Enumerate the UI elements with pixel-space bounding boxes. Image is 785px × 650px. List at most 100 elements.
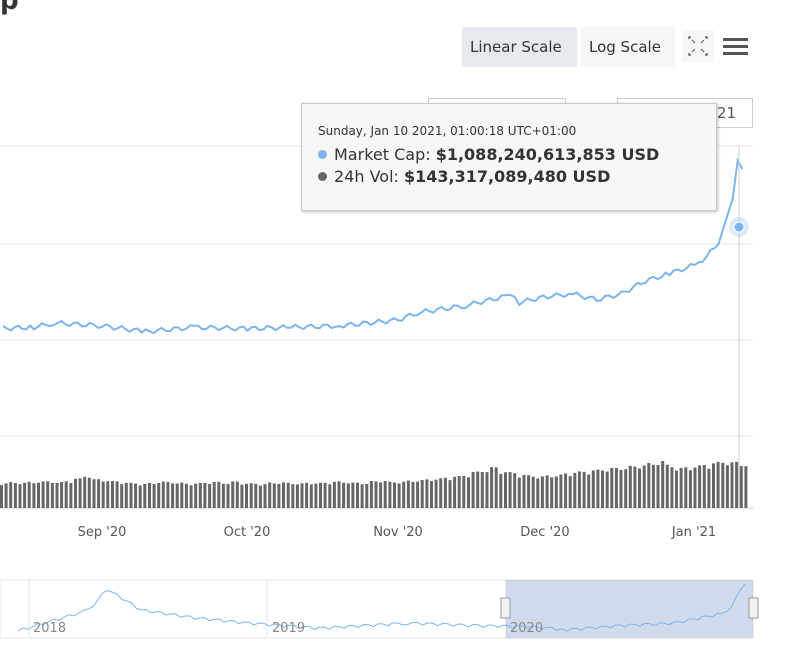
market-cap-chart[interactable]: Sep '20 Oct '20 Nov '20 Dec '20 Jan '21 2018…	[0, 0, 785, 650]
volume-bar	[716, 461, 720, 508]
volume-bar	[471, 472, 475, 508]
volume-bar	[721, 462, 725, 508]
volume-bar	[27, 481, 31, 508]
volume-bar	[184, 483, 188, 508]
volume-bar	[582, 471, 586, 508]
volume-bar	[55, 482, 59, 508]
volume-bar	[240, 484, 244, 508]
volume-bar	[13, 483, 17, 508]
volume-bar	[138, 485, 142, 508]
volume-bar	[517, 477, 521, 508]
volume-bar	[78, 478, 82, 508]
volume-bar	[633, 466, 637, 508]
volume-bar	[351, 482, 355, 508]
volume-bar	[332, 481, 336, 508]
tooltip-market-cap-value: $1,088,240,613,853 USD	[435, 145, 660, 164]
volume-bar	[235, 481, 239, 508]
volume-bar	[573, 472, 577, 508]
volume-bar	[402, 481, 406, 508]
volume-bar	[665, 464, 669, 508]
volume-bar	[416, 481, 420, 508]
volume-bar	[282, 482, 285, 508]
navigator-year-label: 2020	[510, 621, 543, 636]
volume-bar	[490, 467, 494, 508]
navigator-left-handle[interactable]	[500, 597, 511, 619]
volume-bar	[115, 481, 119, 508]
volume-bar	[531, 476, 535, 508]
volume-bar	[143, 484, 147, 508]
volume-bar	[360, 484, 364, 508]
volume-bar	[69, 483, 73, 508]
tooltip-market-cap-row: Market Cap: $1,088,240,613,853 USD	[318, 144, 716, 166]
volume-bar	[37, 482, 40, 508]
volume-bar	[651, 464, 655, 508]
volume-bar	[457, 476, 461, 508]
volume-bar	[661, 461, 665, 508]
navigator-right-handle[interactable]	[748, 597, 759, 619]
volume-bar	[194, 483, 198, 508]
volume-bar	[430, 481, 433, 508]
volume-bar	[226, 483, 230, 508]
volume-bar	[74, 478, 77, 508]
volume-bar	[314, 483, 318, 508]
volume-bar	[684, 467, 688, 508]
volume-bar	[550, 477, 554, 508]
volume-bar	[656, 465, 660, 508]
volume-dot-icon	[318, 172, 327, 181]
volume-bar	[702, 465, 706, 508]
volume-bar	[596, 469, 600, 508]
x-tick-label: Sep '20	[78, 525, 127, 540]
volume-bar	[161, 481, 165, 508]
volume-bar	[180, 482, 184, 508]
volume-bar	[494, 467, 498, 508]
volume-bar	[64, 481, 68, 508]
navigator[interactable]: 2018 2019 2020	[0, 579, 759, 639]
volume-bar	[688, 470, 692, 508]
navigator-year-label: 2019	[272, 621, 305, 636]
tooltip-volume-label: 24h Vol:	[334, 167, 399, 186]
volume-bar	[443, 477, 447, 508]
volume-bar	[679, 467, 683, 508]
volume-bar	[309, 484, 313, 508]
volume-bar	[462, 475, 466, 508]
volume-bar	[591, 470, 595, 508]
x-tick-label: Oct '20	[224, 525, 271, 540]
volume-bar	[406, 480, 410, 508]
volume-bar	[60, 482, 64, 508]
volume-bar	[411, 481, 415, 508]
volume-bar	[346, 483, 350, 508]
volume-bar	[638, 468, 641, 508]
volume-bar	[467, 477, 470, 508]
volume-bar	[628, 465, 632, 508]
tooltip-volume-value: $143,317,089,480 USD	[404, 167, 611, 186]
volume-bar	[698, 465, 702, 508]
volume-bar	[97, 479, 101, 508]
volume-bar	[0, 485, 3, 508]
volume-bar	[624, 469, 628, 508]
volume-bar	[249, 483, 253, 508]
x-tick-label: Nov '20	[373, 525, 423, 540]
volume-bar	[171, 483, 175, 508]
volume-bar	[217, 481, 221, 508]
volume-bar	[18, 484, 22, 508]
volume-bar	[268, 482, 272, 508]
volume-bar	[4, 483, 8, 508]
volume-bar	[725, 465, 729, 508]
volume-bar	[189, 485, 193, 508]
x-tick-label: Jan '21	[671, 525, 716, 540]
volume-bar	[564, 473, 568, 508]
volume-bar	[50, 483, 54, 508]
volume-bar	[272, 483, 276, 508]
volume-bar	[277, 483, 281, 508]
volume-bar	[319, 482, 322, 508]
volume-bar	[365, 484, 369, 508]
volume-bar	[263, 484, 267, 508]
volume-bar	[540, 476, 544, 508]
volume-bar	[554, 476, 558, 508]
volume-bar	[286, 482, 290, 508]
volume-bar	[577, 471, 581, 508]
volume-bar	[393, 482, 396, 508]
volume-bar	[374, 481, 378, 508]
volume-bar	[129, 482, 133, 508]
volume-bar	[337, 481, 341, 508]
